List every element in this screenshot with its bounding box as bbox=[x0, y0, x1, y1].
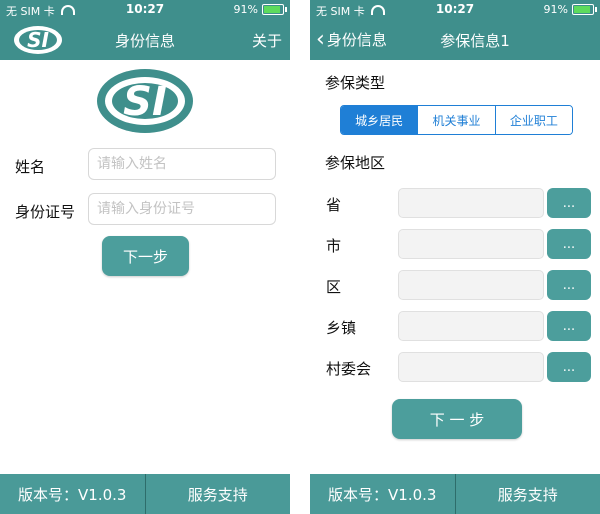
screen-gap bbox=[290, 0, 310, 514]
segment-urban-rural[interactable]: 城乡居民 bbox=[341, 106, 418, 134]
about-button[interactable]: 关于 bbox=[252, 30, 282, 51]
town-picker-button[interactable]: ... bbox=[547, 311, 591, 341]
status-bar: 无 SIM 卡 10:27 91% bbox=[310, 0, 600, 20]
id-number-label: 身份证号 bbox=[15, 203, 76, 221]
version-info: 版本号：V1.0.3 bbox=[18, 485, 127, 504]
name-label: 姓名 bbox=[15, 158, 46, 176]
left-screen: 无 SIM 卡 10:27 91% SI 身份信息 关于 SI 姓名 身份证号 … bbox=[0, 0, 290, 514]
village-committee-picker-button[interactable]: ... bbox=[547, 352, 591, 382]
village-committee-field[interactable] bbox=[398, 352, 544, 382]
battery-percent: 91% bbox=[233, 3, 258, 16]
nav-bar: ‹ 身份信息 参保信息1 bbox=[310, 20, 600, 60]
battery-percent: 91% bbox=[543, 3, 568, 16]
next-button[interactable]: 下 一 步 bbox=[392, 399, 522, 439]
page-title: 参保信息1 bbox=[440, 32, 510, 50]
si-large-logo-icon: SI bbox=[97, 69, 193, 133]
province-label: 省 bbox=[326, 196, 342, 214]
district-field[interactable] bbox=[398, 270, 544, 300]
insurance-type-label: 参保类型 bbox=[325, 74, 386, 92]
district-picker-button[interactable]: ... bbox=[547, 270, 591, 300]
province-picker-button[interactable]: ... bbox=[547, 188, 591, 218]
status-bar: 无 SIM 卡 10:27 91% bbox=[0, 0, 290, 20]
city-label: 市 bbox=[326, 237, 342, 255]
battery-status: 91% bbox=[233, 3, 287, 16]
svg-text:SI: SI bbox=[123, 79, 167, 125]
service-support-button[interactable]: 服务支持 bbox=[456, 474, 600, 514]
next-button[interactable]: 下一步 bbox=[102, 236, 189, 276]
city-field[interactable] bbox=[398, 229, 544, 259]
footer-bar: 版本号：V1.0.3 服务支持 bbox=[0, 474, 290, 514]
insurance-type-selector: 城乡居民 机关事业 企业职工 bbox=[340, 105, 573, 135]
region-label: 参保地区 bbox=[325, 154, 386, 172]
nav-bar: SI 身份信息 关于 bbox=[0, 20, 290, 60]
service-support-button[interactable]: 服务支持 bbox=[146, 474, 291, 514]
right-screen: 无 SIM 卡 10:27 91% ‹ 身份信息 参保信息1 参保类型 城乡居民 … bbox=[310, 0, 600, 514]
segment-government[interactable]: 机关事业 bbox=[417, 106, 495, 134]
city-picker-button[interactable]: ... bbox=[547, 229, 591, 259]
battery-icon bbox=[262, 4, 287, 15]
name-input[interactable] bbox=[88, 148, 276, 180]
province-field[interactable] bbox=[398, 188, 544, 218]
battery-icon bbox=[572, 4, 597, 15]
segment-enterprise[interactable]: 企业职工 bbox=[494, 106, 572, 134]
battery-status: 91% bbox=[543, 3, 597, 16]
version-info: 版本号：V1.0.3 bbox=[328, 485, 437, 504]
town-label: 乡镇 bbox=[326, 319, 357, 337]
village-committee-label: 村委会 bbox=[326, 360, 372, 378]
page-title: 身份信息 bbox=[114, 32, 175, 50]
town-field[interactable] bbox=[398, 311, 544, 341]
district-label: 区 bbox=[326, 278, 342, 296]
id-number-input[interactable] bbox=[88, 193, 276, 225]
footer-bar: 版本号：V1.0.3 服务支持 bbox=[310, 474, 600, 514]
